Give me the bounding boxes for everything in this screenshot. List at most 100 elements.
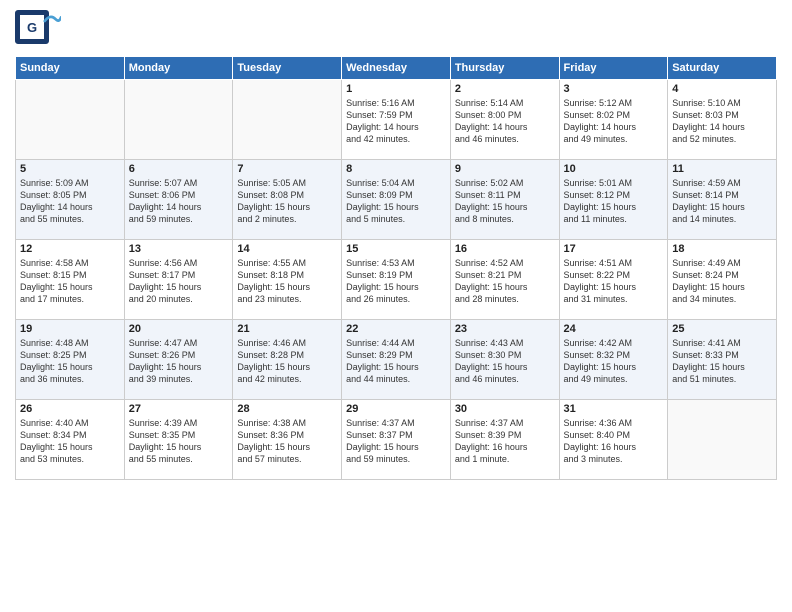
day-number: 24 — [564, 323, 664, 335]
cell-3-5: 16 Sunrise: 4:52 AM Sunset: 8:21 PM Dayli… — [450, 240, 559, 320]
day-info: Sunrise: 4:49 AM Sunset: 8:24 PM Dayligh… — [672, 257, 772, 306]
week-row-5: 26 Sunrise: 4:40 AM Sunset: 8:34 PM Dayli… — [16, 400, 777, 480]
day-number: 21 — [237, 323, 337, 335]
day-number: 3 — [564, 83, 664, 95]
cell-3-3: 14Sunrise: 4:55 AM Sunset: 8:18 PM Dayli… — [233, 240, 342, 320]
day-number: 26 — [20, 403, 120, 415]
day-info: Sunrise: 4:39 AM Sunset: 8:35 PM Dayligh… — [129, 417, 229, 466]
week-row-3: 12 Sunrise: 4:58 AM Sunset: 8:15 PM Dayli… — [16, 240, 777, 320]
cell-2-3: 7 Sunrise: 5:05 AM Sunset: 8:08 PM Daylig… — [233, 160, 342, 240]
day-number: 18 — [672, 243, 772, 255]
day-info: Sunrise: 4:58 AM Sunset: 8:15 PM Dayligh… — [20, 257, 120, 306]
cell-4-5: 23 Sunrise: 4:43 AM Sunset: 8:30 PM Dayli… — [450, 320, 559, 400]
day-info: Sunrise: 5:12 AM Sunset: 8:02 PM Dayligh… — [564, 97, 664, 146]
day-number: 1 — [346, 83, 446, 95]
day-info: Sunrise: 4:43 AM Sunset: 8:30 PM Dayligh… — [455, 337, 555, 386]
cell-3-1: 12 Sunrise: 4:58 AM Sunset: 8:15 PM Dayli… — [16, 240, 125, 320]
day-info: Sunrise: 5:10 AM Sunset: 8:03 PM Dayligh… — [672, 97, 772, 146]
cell-3-2: 13Sunrise: 4:56 AM Sunset: 8:17 PM Dayli… — [124, 240, 233, 320]
day-info: Sunrise: 4:52 AM Sunset: 8:21 PM Dayligh… — [455, 257, 555, 306]
cell-1-6: 3 Sunrise: 5:12 AM Sunset: 8:02 PM Daylig… — [559, 80, 668, 160]
header: G — [15, 10, 777, 48]
day-number: 27 — [129, 403, 229, 415]
day-info: Sunrise: 4:41 AM Sunset: 8:33 PM Dayligh… — [672, 337, 772, 386]
day-number: 6 — [129, 163, 229, 175]
day-number: 29 — [346, 403, 446, 415]
day-info: Sunrise: 4:47 AM Sunset: 8:26 PM Dayligh… — [129, 337, 229, 386]
cell-5-3: 28 Sunrise: 4:38 AM Sunset: 8:36 PM Dayli… — [233, 400, 342, 480]
calendar-body: 1 Sunrise: 5:16 AM Sunset: 7:59 PM Daylig… — [16, 80, 777, 480]
day-number: 22 — [346, 323, 446, 335]
cell-2-2: 6Sunrise: 5:07 AM Sunset: 8:06 PM Daylig… — [124, 160, 233, 240]
col-header-tuesday: Tuesday — [233, 57, 342, 80]
cell-4-6: 24Sunrise: 4:42 AM Sunset: 8:32 PM Dayli… — [559, 320, 668, 400]
cell-1-4: 1 Sunrise: 5:16 AM Sunset: 7:59 PM Daylig… — [342, 80, 451, 160]
week-row-1: 1 Sunrise: 5:16 AM Sunset: 7:59 PM Daylig… — [16, 80, 777, 160]
cell-2-4: 8 Sunrise: 5:04 AM Sunset: 8:09 PM Daylig… — [342, 160, 451, 240]
col-header-thursday: Thursday — [450, 57, 559, 80]
cell-4-1: 19 Sunrise: 4:48 AM Sunset: 8:25 PM Dayli… — [16, 320, 125, 400]
day-info: Sunrise: 5:04 AM Sunset: 8:09 PM Dayligh… — [346, 177, 446, 226]
day-info: Sunrise: 5:02 AM Sunset: 8:11 PM Dayligh… — [455, 177, 555, 226]
day-info: Sunrise: 4:37 AM Sunset: 8:39 PM Dayligh… — [455, 417, 555, 466]
day-number: 15 — [346, 243, 446, 255]
day-info: Sunrise: 4:48 AM Sunset: 8:25 PM Dayligh… — [20, 337, 120, 386]
day-info: Sunrise: 4:38 AM Sunset: 8:36 PM Dayligh… — [237, 417, 337, 466]
cell-5-4: 29Sunrise: 4:37 AM Sunset: 8:37 PM Dayli… — [342, 400, 451, 480]
day-number: 8 — [346, 163, 446, 175]
day-info: Sunrise: 4:56 AM Sunset: 8:17 PM Dayligh… — [129, 257, 229, 306]
day-number: 23 — [455, 323, 555, 335]
day-number: 17 — [564, 243, 664, 255]
day-info: Sunrise: 4:40 AM Sunset: 8:34 PM Dayligh… — [20, 417, 120, 466]
day-info: Sunrise: 5:05 AM Sunset: 8:08 PM Dayligh… — [237, 177, 337, 226]
cell-3-6: 17 Sunrise: 4:51 AM Sunset: 8:22 PM Dayli… — [559, 240, 668, 320]
cell-1-5: 2 Sunrise: 5:14 AM Sunset: 8:00 PM Daylig… — [450, 80, 559, 160]
day-number: 31 — [564, 403, 664, 415]
cell-2-7: 11Sunrise: 4:59 AM Sunset: 8:14 PM Dayli… — [668, 160, 777, 240]
cell-4-3: 21Sunrise: 4:46 AM Sunset: 8:28 PM Dayli… — [233, 320, 342, 400]
day-number: 4 — [672, 83, 772, 95]
col-header-monday: Monday — [124, 57, 233, 80]
day-number: 9 — [455, 163, 555, 175]
day-number: 28 — [237, 403, 337, 415]
day-number: 20 — [129, 323, 229, 335]
cell-1-3 — [233, 80, 342, 160]
col-header-wednesday: Wednesday — [342, 57, 451, 80]
day-number: 16 — [455, 243, 555, 255]
cell-2-1: 5Sunrise: 5:09 AM Sunset: 8:05 PM Daylig… — [16, 160, 125, 240]
cell-5-1: 26 Sunrise: 4:40 AM Sunset: 8:34 PM Dayli… — [16, 400, 125, 480]
cell-4-7: 25 Sunrise: 4:41 AM Sunset: 8:33 PM Dayli… — [668, 320, 777, 400]
cell-3-7: 18 Sunrise: 4:49 AM Sunset: 8:24 PM Dayli… — [668, 240, 777, 320]
cell-2-5: 9 Sunrise: 5:02 AM Sunset: 8:11 PM Daylig… — [450, 160, 559, 240]
cell-2-6: 10Sunrise: 5:01 AM Sunset: 8:12 PM Dayli… — [559, 160, 668, 240]
week-row-2: 5Sunrise: 5:09 AM Sunset: 8:05 PM Daylig… — [16, 160, 777, 240]
day-info: Sunrise: 5:09 AM Sunset: 8:05 PM Dayligh… — [20, 177, 120, 226]
day-number: 2 — [455, 83, 555, 95]
page: G SundayMondayTuesdayWe — [0, 0, 792, 612]
cell-1-1 — [16, 80, 125, 160]
day-number: 12 — [20, 243, 120, 255]
logo: G — [15, 10, 63, 48]
day-number: 19 — [20, 323, 120, 335]
day-info: Sunrise: 4:51 AM Sunset: 8:22 PM Dayligh… — [564, 257, 664, 306]
day-info: Sunrise: 5:16 AM Sunset: 7:59 PM Dayligh… — [346, 97, 446, 146]
col-header-saturday: Saturday — [668, 57, 777, 80]
cell-1-2 — [124, 80, 233, 160]
cell-5-7 — [668, 400, 777, 480]
day-info: Sunrise: 5:14 AM Sunset: 8:00 PM Dayligh… — [455, 97, 555, 146]
day-number: 11 — [672, 163, 772, 175]
cell-4-2: 20 Sunrise: 4:47 AM Sunset: 8:26 PM Dayli… — [124, 320, 233, 400]
day-number: 25 — [672, 323, 772, 335]
cell-3-4: 15Sunrise: 4:53 AM Sunset: 8:19 PM Dayli… — [342, 240, 451, 320]
day-number: 30 — [455, 403, 555, 415]
cell-1-7: 4 Sunrise: 5:10 AM Sunset: 8:03 PM Daylig… — [668, 80, 777, 160]
day-info: Sunrise: 4:55 AM Sunset: 8:18 PM Dayligh… — [237, 257, 337, 306]
week-row-4: 19 Sunrise: 4:48 AM Sunset: 8:25 PM Dayli… — [16, 320, 777, 400]
col-header-sunday: Sunday — [16, 57, 125, 80]
column-headers-row: SundayMondayTuesdayWednesdayThursdayFrid… — [16, 57, 777, 80]
day-number: 7 — [237, 163, 337, 175]
day-info: Sunrise: 5:01 AM Sunset: 8:12 PM Dayligh… — [564, 177, 664, 226]
cell-5-5: 30 Sunrise: 4:37 AM Sunset: 8:39 PM Dayli… — [450, 400, 559, 480]
day-info: Sunrise: 4:44 AM Sunset: 8:29 PM Dayligh… — [346, 337, 446, 386]
cell-4-4: 22 Sunrise: 4:44 AM Sunset: 8:29 PM Dayli… — [342, 320, 451, 400]
